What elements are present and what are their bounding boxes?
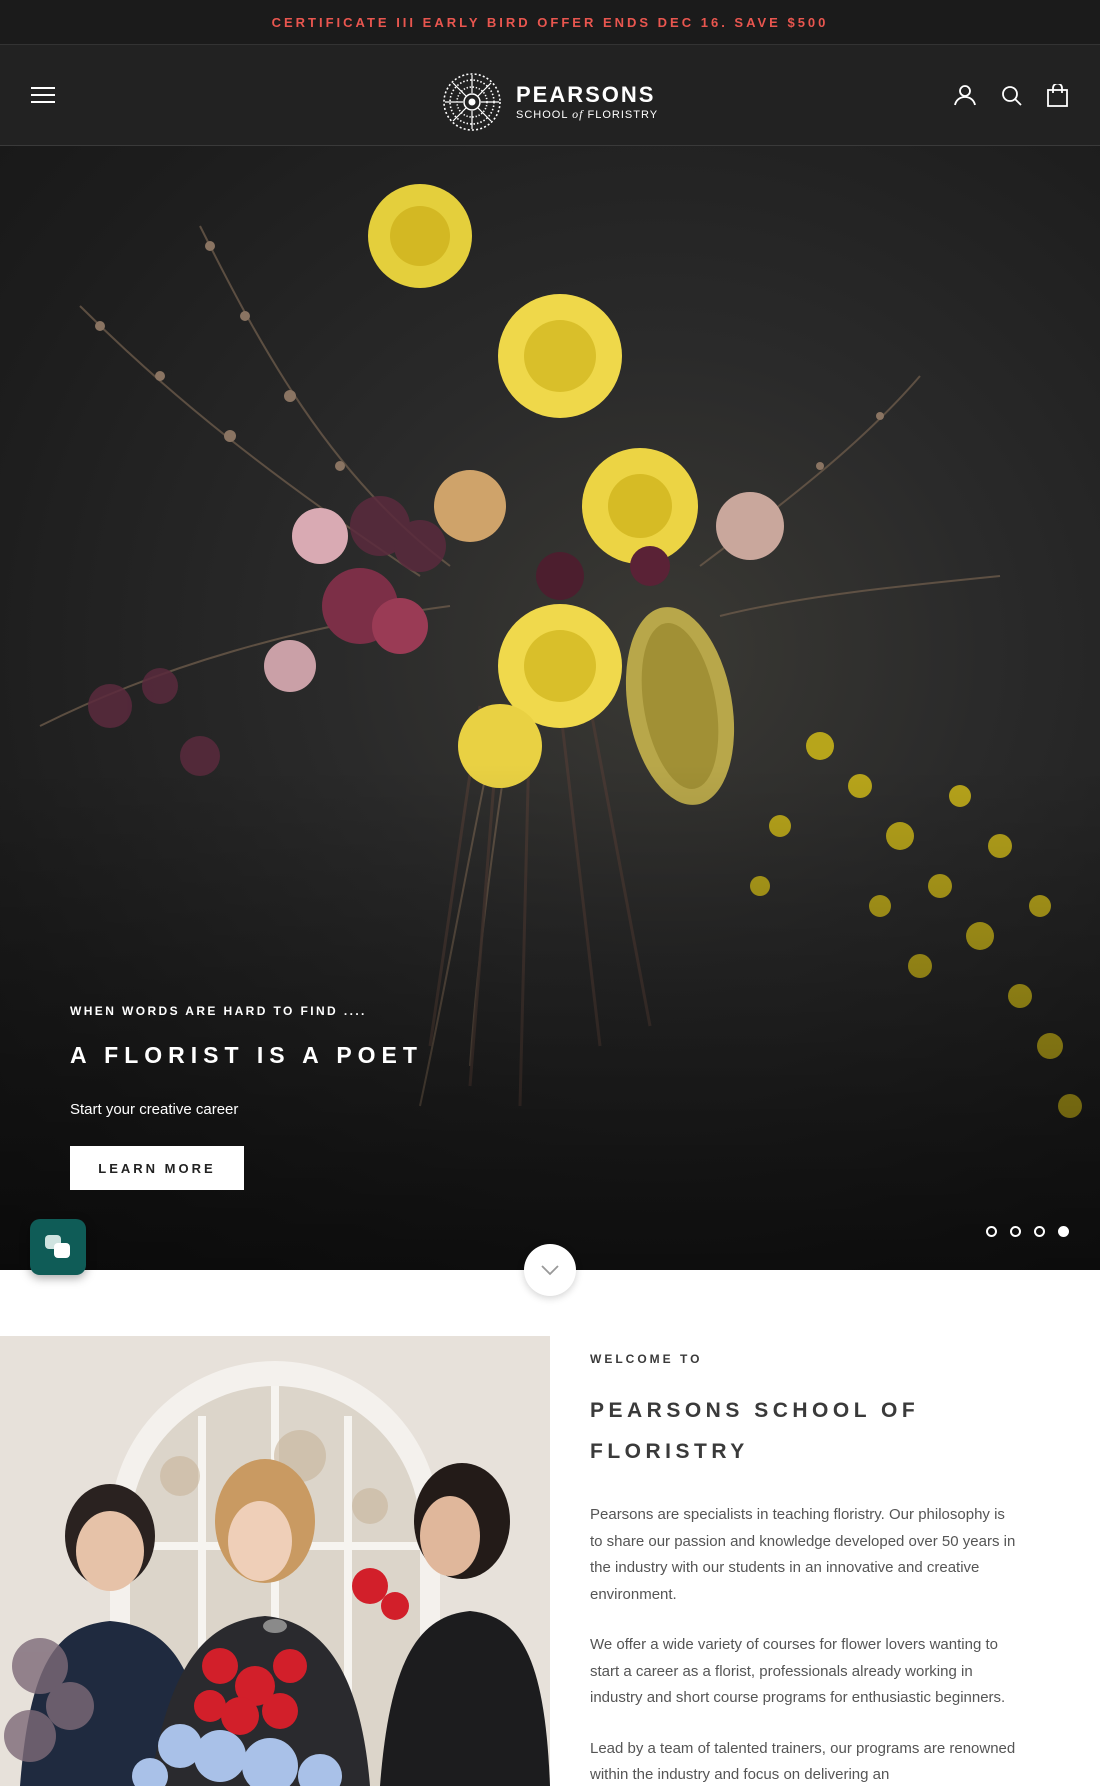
logo-tagline-floristry: FLORISTRY <box>587 108 659 121</box>
hero-slideshow: WHEN WORDS ARE HARD TO FIND .... A FLORI… <box>0 146 1100 1270</box>
welcome-kicker: WELCOME TO <box>590 1352 703 1366</box>
welcome-photo <box>0 1336 550 1786</box>
hero-subheading: WHEN WORDS ARE HARD TO FIND .... <box>70 1004 367 1018</box>
chat-bubbles-icon <box>45 1235 70 1258</box>
search-icon[interactable] <box>998 82 1024 108</box>
logo-tagline-school: SCHOOL <box>516 108 569 121</box>
logo-wordmark: PEARSONS <box>516 81 656 107</box>
site-header: PEARSONS SCHOOL of FLORISTRY <box>0 45 1100 146</box>
welcome-title: PEARSONS SCHOOL OF FLORISTRY <box>590 1399 920 1463</box>
chevron-down-icon <box>541 1265 559 1276</box>
slide-dot-2[interactable] <box>1010 1226 1021 1237</box>
chat-widget-button[interactable] <box>30 1219 86 1275</box>
welcome-paragraph-2: We offer a wide variety of courses for f… <box>590 1636 1006 1706</box>
hamburger-menu-icon[interactable] <box>30 82 56 108</box>
hero-caption: WHEN WORDS ARE HARD TO FIND .... A FLORI… <box>70 1004 423 1190</box>
logo-tagline: SCHOOL of FLORISTRY <box>516 107 658 122</box>
welcome-section: WELCOME TO PEARSONS SCHOOL OF FLORISTRY … <box>590 1352 1020 1786</box>
slideshow-pagination <box>986 1226 1069 1237</box>
learn-more-button[interactable]: LEARN MORE <box>70 1146 244 1190</box>
welcome-paragraph-1: Pearsons are specialists in teaching flo… <box>590 1506 1016 1603</box>
welcome-paragraph-3: Lead by a team of talented trainers, our… <box>590 1739 1016 1784</box>
hero-heading: A FLORIST IS A POET <box>70 1042 423 1068</box>
logo-tagline-of: of <box>572 106 584 121</box>
slide-dot-1[interactable] <box>986 1226 997 1237</box>
hero-text: Start your creative career <box>70 1101 239 1118</box>
scroll-down-button[interactable] <box>524 1244 576 1296</box>
account-icon[interactable] <box>952 82 978 108</box>
logo-flower-icon <box>443 73 501 131</box>
slide-dot-4[interactable] <box>1058 1226 1069 1237</box>
site-logo[interactable]: PEARSONS SCHOOL of FLORISTRY <box>442 72 658 132</box>
slide-dot-3[interactable] <box>1034 1226 1045 1237</box>
announcement-text[interactable]: CERTIFICATE III EARLY BIRD OFFER ENDS DE… <box>272 15 829 30</box>
cart-icon[interactable] <box>1044 82 1070 108</box>
announcement-bar[interactable]: CERTIFICATE III EARLY BIRD OFFER ENDS DE… <box>0 0 1100 45</box>
